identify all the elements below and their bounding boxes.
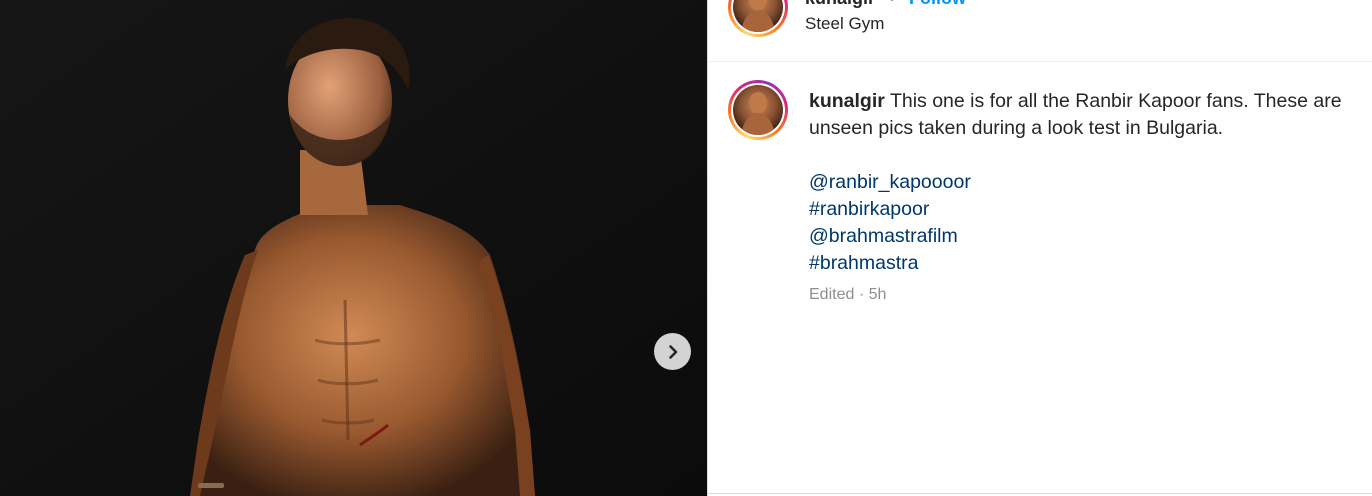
caption-tags: @ranbir_kapoooor #ranbirkapoor @brahmast… — [809, 169, 971, 277]
hashtag-link[interactable]: #ranbirkapoor — [809, 196, 971, 223]
next-photo-button[interactable] — [654, 333, 691, 370]
divider — [708, 493, 1372, 494]
post-side-panel: kunalgir • Follow Steel Gym kunalgir Thi… — [707, 0, 1372, 496]
header-username[interactable]: kunalgir — [805, 0, 875, 9]
post-header: kunalgir • Follow Steel Gym — [708, 0, 1372, 62]
post-media[interactable] — [0, 0, 707, 496]
follow-button[interactable]: Follow — [909, 0, 966, 9]
chevron-right-icon — [668, 344, 677, 359]
avatar-image — [741, 0, 775, 32]
mention-link[interactable]: @ranbir_kapoooor — [809, 169, 971, 196]
hashtag-link[interactable]: #brahmastra — [809, 250, 971, 277]
caption-avatar[interactable] — [728, 80, 788, 140]
edited-label: Edited — [809, 286, 855, 303]
caption-username[interactable]: kunalgir — [809, 90, 885, 112]
caption-text: This one is for all the Ranbir Kapoor fa… — [809, 90, 1342, 139]
instagram-post: kunalgir • Follow Steel Gym kunalgir Thi… — [0, 0, 1372, 496]
header-separator: • — [889, 0, 895, 9]
avatar-image — [741, 92, 775, 135]
post-photo — [0, 0, 707, 496]
mention-link[interactable]: @brahmastrafilm — [809, 223, 971, 250]
location-link[interactable]: Steel Gym — [805, 14, 884, 34]
post-caption: kunalgir This one is for all the Ranbir … — [809, 88, 1369, 142]
caption-meta: Edited · 5h — [809, 286, 886, 304]
timestamp[interactable]: 5h — [869, 286, 887, 303]
meta-separator: · — [858, 286, 865, 303]
header-avatar[interactable] — [728, 0, 788, 37]
